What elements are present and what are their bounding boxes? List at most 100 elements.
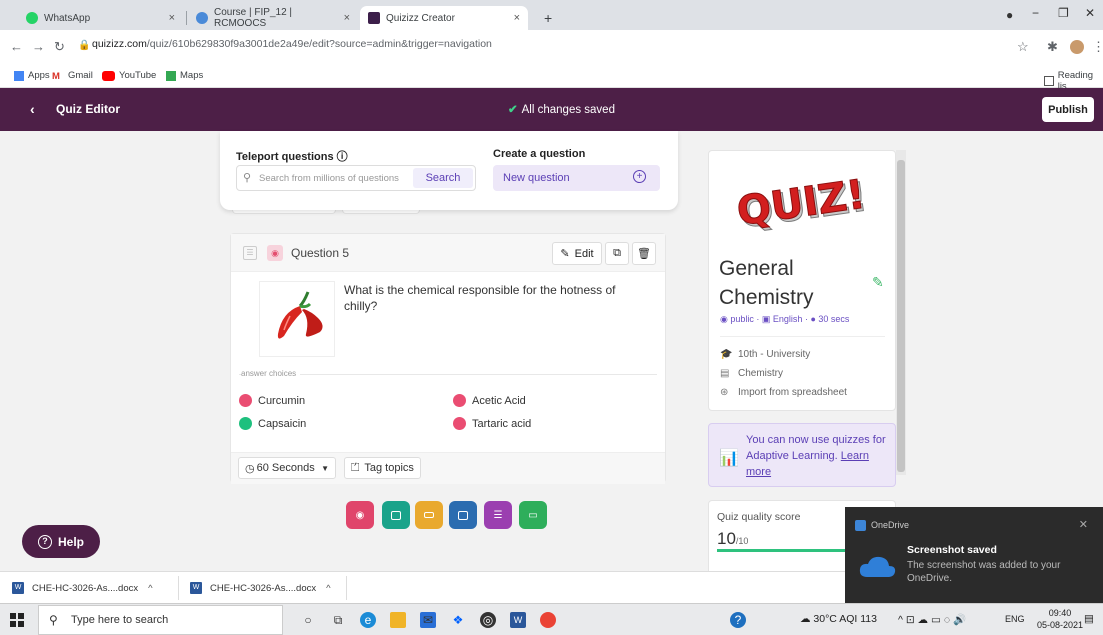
correct-dot-icon <box>239 417 252 430</box>
support-icon[interactable]: ? <box>730 612 746 628</box>
time-select[interactable]: ◷ 60 Seconds ▼ <box>238 457 336 479</box>
add-fill-blank-button[interactable] <box>415 501 443 529</box>
avatar[interactable] <box>1070 40 1084 54</box>
slide-icon: ▭ <box>528 509 538 521</box>
search-icon: ⚲ <box>243 172 252 184</box>
onedrive-notification[interactable]: OneDrive ✕ Screenshot saved The screensh… <box>845 507 1103 603</box>
app-icon[interactable]: ◎ <box>480 612 496 628</box>
edit-button[interactable]: ✎ Edit <box>552 242 602 265</box>
download-item[interactable]: W CHE-HC-3026-As....docx ^ <box>190 582 331 594</box>
edit-pencil-icon[interactable]: ✎ <box>872 274 884 291</box>
add-multiple-choice-button[interactable]: ◉ <box>346 501 374 529</box>
maximize-icon[interactable]: ❐ <box>1058 6 1069 20</box>
word-icon[interactable]: W <box>510 612 526 628</box>
scrollbar-thumb[interactable] <box>897 160 905 472</box>
teleport-search-box: ⚲ Search from millions of questions Sear… <box>236 165 476 191</box>
question-image <box>259 281 335 357</box>
publish-button[interactable]: Publish <box>1042 97 1094 122</box>
system-tray-icons[interactable]: ^ ⊡ ☁ ▭ ◌ 🔊 <box>898 613 966 626</box>
close-window-icon[interactable]: ✕ <box>1085 6 1095 20</box>
browser-tab-strip: WhatsApp × Course | FIP_12 | RCMOOCS × Q… <box>0 0 1103 30</box>
multiple-choice-icon: ◉ <box>355 509 365 521</box>
new-tab-button[interactable]: + <box>536 6 560 30</box>
url-field[interactable]: quizizz.com/quiz/610b629830f9a3001de2a49… <box>92 38 492 50</box>
extensions-icon[interactable]: ✱ <box>1047 39 1058 55</box>
chili-image <box>277 291 323 339</box>
incorrect-dot-icon <box>453 417 466 430</box>
taskbar-clock[interactable]: 09:40 05-08-2021 <box>1037 607 1083 631</box>
lock-icon: 🔒 <box>78 40 91 51</box>
quizizz-icon <box>368 12 380 24</box>
question-text: What is the chemical responsible for the… <box>344 283 616 313</box>
question-card: ☰ ◉ Question 5 ✎ Edit ⧉ 🗑 What is the che… <box>230 233 666 484</box>
bookmark-maps[interactable]: Maps <box>166 70 203 81</box>
language-indicator[interactable]: ENG <box>1005 614 1025 624</box>
dropbox-icon[interactable]: ❖ <box>450 612 466 628</box>
minimize-icon[interactable]: − <box>1032 6 1039 20</box>
task-view-icon[interactable]: ⧉ <box>330 612 346 628</box>
duplicate-button[interactable]: ⧉ <box>605 242 629 265</box>
back-arrow-icon[interactable]: ← <box>10 39 23 54</box>
chrome-icon[interactable] <box>540 612 556 628</box>
chevron-up-icon[interactable]: ^ <box>148 583 152 594</box>
new-question-button[interactable]: New question + <box>493 165 660 191</box>
poll-icon: ☰ <box>493 509 503 521</box>
menu-kebab-icon[interactable]: ⋮ <box>1092 39 1103 55</box>
open-ended-icon <box>458 510 468 520</box>
reload-icon[interactable]: ↻ <box>54 39 65 55</box>
tab-quizizz-creator[interactable]: Quizizz Creator × <box>360 6 528 30</box>
bookmark-youtube[interactable]: YouTube <box>102 70 156 81</box>
profile-icon[interactable]: ● <box>1006 8 1013 22</box>
quiz-cover-graphic: QUIZ! QUIZ! <box>734 161 871 245</box>
weather-info[interactable]: ☁ 30°C AQI 113 <box>800 613 877 625</box>
mail-icon[interactable]: ✉ <box>420 612 436 628</box>
add-checkbox-button[interactable] <box>382 501 410 529</box>
tab-course[interactable]: Course | FIP_12 | RCMOOCS × <box>188 6 358 30</box>
language-icon: ▣ <box>761 314 771 324</box>
quiz-title: General Chemistry <box>719 257 814 309</box>
forward-arrow-icon[interactable]: → <box>32 39 45 54</box>
grade-info: 🎓 10th - University <box>720 349 811 360</box>
close-tab-icon[interactable]: × <box>514 12 520 24</box>
trash-icon: 🗑 <box>637 248 651 260</box>
close-tab-icon[interactable]: × <box>169 12 175 24</box>
search-button[interactable]: Search <box>413 168 473 188</box>
star-icon[interactable]: ☆ <box>1017 39 1029 55</box>
drag-handle-icon[interactable]: ☰ <box>243 246 257 260</box>
info-icon[interactable]: ⓘ <box>337 151 348 163</box>
import-spreadsheet-link[interactable]: ⊛ Import from spreadsheet <box>720 387 847 398</box>
search-input[interactable]: Search from millions of questions <box>259 173 399 184</box>
download-item[interactable]: W CHE-HC-3026-As....docx ^ <box>12 582 153 594</box>
taskbar-search-box[interactable]: ⚲ Type here to search <box>38 605 283 635</box>
close-tab-icon[interactable]: × <box>344 12 350 24</box>
file-explorer-icon[interactable] <box>390 612 406 628</box>
help-button[interactable]: ? Help <box>22 525 100 558</box>
tag-topics-button[interactable]: ⏍ Tag topics <box>344 457 421 479</box>
panel-scrollbar[interactable] <box>896 150 906 475</box>
delete-button[interactable]: 🗑 <box>632 242 656 265</box>
bookmark-gmail[interactable]: M Gmail <box>52 70 93 82</box>
notification-center-icon[interactable]: ▤ <box>1084 613 1094 625</box>
quiz-cover-image[interactable]: QUIZ! QUIZ! <box>734 161 871 245</box>
maps-icon <box>166 70 176 81</box>
back-chevron-icon[interactable]: ‹ <box>30 101 35 117</box>
graduation-cap-icon: 🎓 <box>720 349 733 360</box>
edge-icon[interactable]: e <box>360 612 376 628</box>
chevron-up-icon[interactable]: ^ <box>326 583 330 594</box>
adaptive-learning-banner: 📊 You can now use quizzes for Adaptive L… <box>708 423 896 487</box>
bookmark-apps[interactable]: Apps <box>14 70 50 81</box>
multiple-choice-icon: ◉ <box>267 245 283 261</box>
tab-whatsapp[interactable]: WhatsApp × <box>18 6 183 30</box>
add-slide-button[interactable]: ▭ <box>519 501 547 529</box>
tab-separator <box>186 11 187 25</box>
add-open-ended-button[interactable] <box>449 501 477 529</box>
cortana-icon[interactable]: ○ <box>300 612 316 628</box>
eye-icon: ◉ <box>720 314 728 324</box>
question-footer: ◷ 60 Seconds ▼ ⏍ Tag topics <box>231 452 665 484</box>
quiz-details-panel: QUIZ! QUIZ! General Chemistry ✎ ◉ public… <box>708 150 896 411</box>
adaptive-chart-icon: 📊 <box>719 450 739 467</box>
close-notification-icon[interactable]: ✕ <box>1079 518 1088 531</box>
add-poll-button[interactable]: ☰ <box>484 501 512 529</box>
windows-start-icon[interactable] <box>10 613 24 627</box>
question-number: Question 5 <box>291 246 350 260</box>
